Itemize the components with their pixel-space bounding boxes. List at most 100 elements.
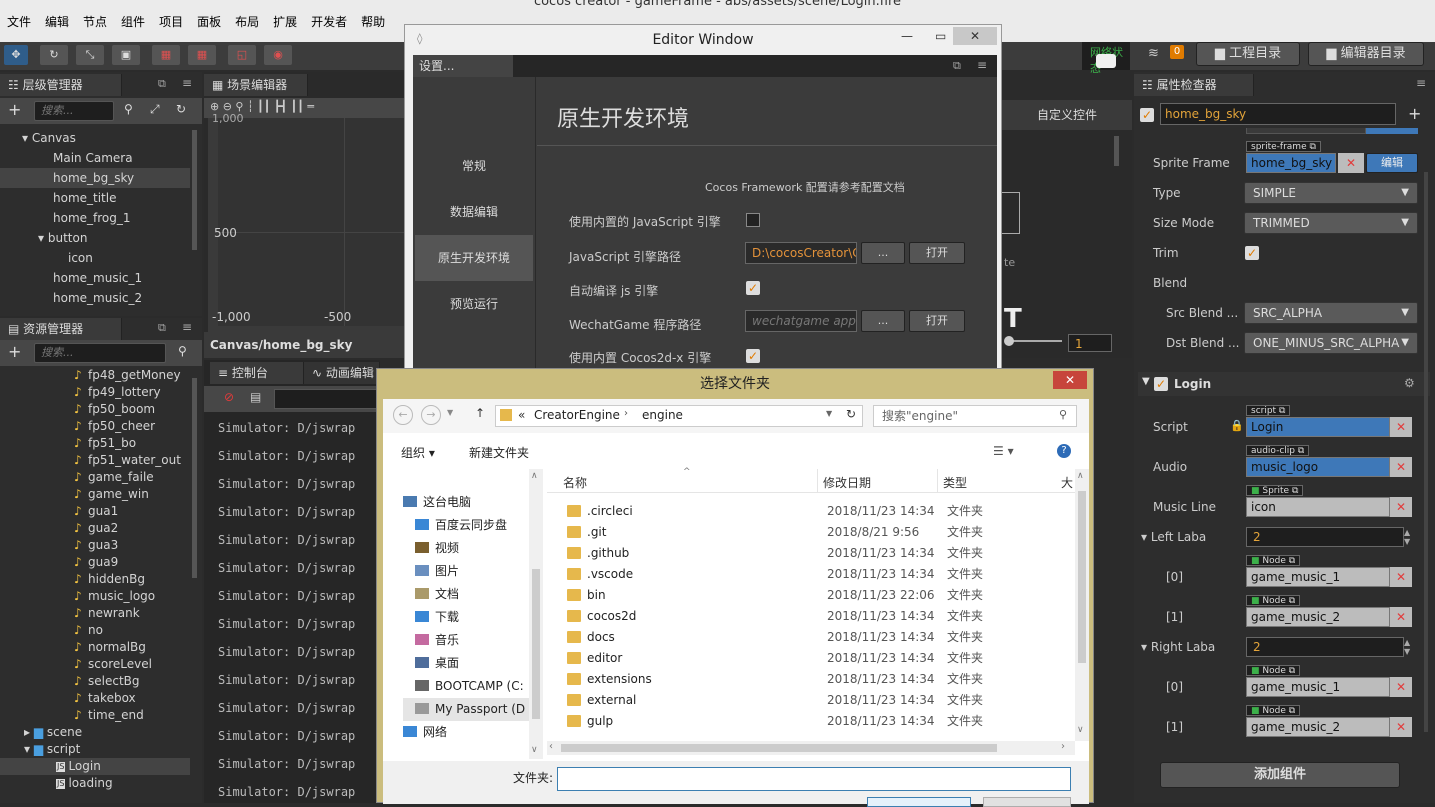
tree-node[interactable]: ▾ Canvas <box>0 128 190 148</box>
nav-item[interactable]: 下载 <box>403 606 543 629</box>
asset-item[interactable]: ♪ fp51_water_out <box>0 452 190 469</box>
nav-data-edit[interactable]: 数据编辑 <box>415 189 533 235</box>
builtin-cocos-checkbox[interactable]: ✓ <box>746 349 760 363</box>
maximize-icon[interactable]: ⧉ <box>158 321 166 335</box>
col-size[interactable]: 大 <box>1061 474 1073 491</box>
clear-music-line-icon[interactable]: ✕ <box>1390 497 1412 517</box>
add-component-button[interactable]: 添加组件 <box>1160 762 1400 788</box>
nav-item[interactable]: 音乐 <box>403 629 543 652</box>
sprite-frame-ref[interactable]: home_bg_sky <box>1246 153 1336 173</box>
music-line-ref[interactable]: icon <box>1246 497 1390 517</box>
node-name-input[interactable]: home_bg_sky <box>1160 103 1396 125</box>
clear-audio-icon[interactable]: ✕ <box>1390 457 1412 477</box>
audio-ref[interactable]: music_logo <box>1246 457 1390 477</box>
panel-menu-icon[interactable]: ≡ <box>977 58 987 72</box>
settings-tab[interactable]: 设置... <box>413 55 513 77</box>
close-icon[interactable]: ✕ <box>953 27 997 45</box>
add-asset-icon[interactable]: + <box>8 342 21 361</box>
file-row[interactable]: .circleci 2018/11/23 14:34 文件夹 <box>547 501 1075 522</box>
right-laba-0-ref[interactable]: game_music_1 <box>1246 677 1390 697</box>
panel-menu-icon[interactable]: ≡ <box>1416 76 1426 90</box>
hierarchy-search-input[interactable]: 搜索... <box>34 101 114 121</box>
menu-file[interactable]: 文件 <box>0 13 38 31</box>
folder-input[interactable] <box>557 767 1071 791</box>
search-icon[interactable]: ⚲ <box>178 344 187 358</box>
clear-script-icon[interactable]: ✕ <box>1390 417 1412 437</box>
asset-item[interactable]: ♪ scoreLevel <box>0 656 190 673</box>
edit-sprite-button[interactable]: 编辑 <box>1366 153 1418 173</box>
inspector-scrollbar[interactable] <box>1424 172 1428 732</box>
asset-item[interactable]: ♪ gua9 <box>0 554 190 571</box>
asset-item[interactable]: ♪ time_end <box>0 707 190 724</box>
scroll-right-icon[interactable]: › <box>1061 741 1065 752</box>
forward-icon[interactable]: → <box>421 405 441 425</box>
js-path-open-button[interactable]: 打开 <box>909 242 965 264</box>
file-row[interactable]: bin 2018/11/23 22:06 文件夹 <box>547 585 1075 606</box>
nav-general[interactable]: 常规 <box>415 143 533 189</box>
js-path-input[interactable]: D:\cocosCreator\C <box>745 242 857 264</box>
nav-item[interactable]: BOOTCAMP (C: <box>403 675 543 698</box>
asset-item[interactable]: ♪ fp51_bo <box>0 435 190 452</box>
asset-item[interactable]: ♪ fp50_boom <box>0 401 190 418</box>
src-blend-select[interactable]: SRC_ALPHA ▼ <box>1244 302 1418 324</box>
dst-blend-select[interactable]: ONE_MINUS_SRC_ALPHA ▼ <box>1244 332 1418 354</box>
asset-folder[interactable]: ▸ ▆ scene <box>0 724 190 741</box>
left-laba-0-ref[interactable]: game_music_1 <box>1246 567 1390 587</box>
zoom-slider-handle[interactable] <box>1004 336 1014 346</box>
right-laba-1-ref[interactable]: game_music_2 <box>1246 717 1390 737</box>
tree-node[interactable]: icon <box>0 248 190 268</box>
file-row[interactable]: gulp 2018/11/23 14:34 文件夹 <box>547 711 1075 732</box>
maximize-icon[interactable]: ▭ <box>935 29 946 43</box>
new-folder-button[interactable]: 新建文件夹 <box>469 444 529 461</box>
right-laba-label[interactable]: ▾ Right Laba <box>1141 640 1215 654</box>
rotate-tool-icon[interactable]: ↻ <box>40 45 68 65</box>
refresh-icon[interactable]: ↻ <box>176 102 186 116</box>
path-segment[interactable]: engine <box>642 408 683 422</box>
dialog-search-input[interactable]: 搜索"engine" <box>873 405 1077 427</box>
search-icon[interactable]: ⚲ <box>124 102 133 116</box>
nav-scroll-thumb[interactable] <box>532 569 540 719</box>
left-laba-1-ref[interactable]: game_music_2 <box>1246 607 1390 627</box>
file-row[interactable]: .vscode 2018/11/23 14:34 文件夹 <box>547 564 1075 585</box>
asset-item[interactable]: ♪ music_logo <box>0 588 190 605</box>
type-select[interactable]: SIMPLE ▼ <box>1244 182 1418 204</box>
col-date[interactable]: 修改日期 <box>823 474 871 491</box>
notification-badge[interactable]: 0 <box>1170 45 1184 59</box>
wechat-browse-button[interactable]: ... <box>861 310 905 332</box>
hscrollbar[interactable]: ‹ › <box>547 741 1075 755</box>
asset-item[interactable]: ♪ hiddenBg <box>0 571 190 588</box>
log-file-icon[interactable]: ▤ <box>250 390 261 404</box>
file-scroll-thumb[interactable] <box>1078 491 1086 663</box>
right-laba-count-input[interactable]: 2 <box>1246 637 1404 657</box>
menu-edit[interactable]: 编辑 <box>38 13 76 31</box>
wechat-open-button[interactable]: 打开 <box>909 310 965 332</box>
inspector-tab[interactable]: ☷ 属性检查器 <box>1134 74 1254 96</box>
tree-node-selected[interactable]: home_bg_sky <box>0 168 190 188</box>
assets-tab[interactable]: ▤ 资源管理器 <box>0 318 122 340</box>
global-tool-icon[interactable]: ◉ <box>264 45 292 65</box>
clear-left-laba-0-icon[interactable]: ✕ <box>1390 567 1412 587</box>
nav-native-env[interactable]: 原生开发环境 <box>415 235 533 281</box>
select-folder-button[interactable] <box>867 797 971 807</box>
back-icon[interactable]: ← <box>393 405 413 425</box>
assets-scrollbar[interactable] <box>192 378 197 578</box>
maximize-icon[interactable]: ⧉ <box>158 77 166 91</box>
nav-item[interactable]: 百度云同步盘 <box>403 514 543 537</box>
anchor-tool-icon[interactable]: ▦ <box>152 45 180 65</box>
left-laba-label[interactable]: ▾ Left Laba <box>1141 530 1206 544</box>
scroll-up-icon[interactable]: ∧ <box>1077 471 1084 481</box>
organize-menu[interactable]: 组织 ▾ <box>401 444 435 461</box>
nav-item[interactable]: 网络 <box>403 721 543 744</box>
refresh-icon[interactable]: ↻ <box>846 407 856 421</box>
hierarchy-tab[interactable]: ☷ 层级管理器 <box>0 74 122 96</box>
stepper-icon[interactable]: ▲ ▼ <box>1404 528 1410 546</box>
file-row[interactable]: .git 2018/8/21 9:56 文件夹 <box>547 522 1075 543</box>
add-node-icon[interactable]: + <box>8 100 21 119</box>
hierarchy-scrollbar[interactable] <box>192 130 197 250</box>
file-row[interactable]: external 2018/11/23 14:34 文件夹 <box>547 690 1075 711</box>
asset-script[interactable]: JS loading <box>0 775 190 792</box>
file-row[interactable]: cocos2d 2018/11/23 14:34 文件夹 <box>547 606 1075 627</box>
assets-search-input[interactable]: 搜索... <box>34 343 166 363</box>
tree-node[interactable]: Main Camera <box>0 148 190 168</box>
menu-layout[interactable]: 布局 <box>228 13 266 31</box>
